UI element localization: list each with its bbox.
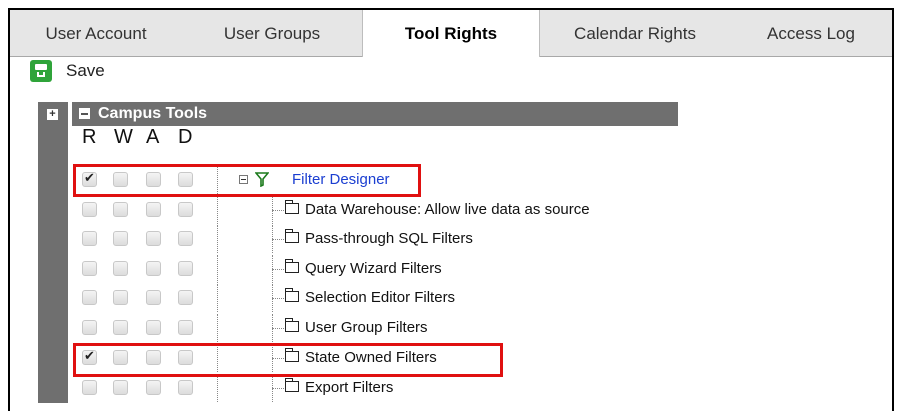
folder-icon	[285, 200, 299, 214]
rights-column-headers: RWAD	[82, 126, 210, 149]
delete-checkbox[interactable]	[178, 261, 193, 276]
tab-tool-rights[interactable]: Tool Rights	[362, 10, 540, 57]
tree-item-label: Pass-through SQL Filters	[305, 230, 473, 247]
tree-row: User Group Filters	[72, 314, 772, 342]
tree-guide	[217, 284, 218, 312]
delete-checkbox[interactable]	[178, 202, 193, 217]
write-checkbox[interactable]	[113, 261, 128, 276]
tree-row: Data Warehouse: Allow live data as sourc…	[72, 196, 772, 224]
tree-guide	[217, 255, 218, 283]
tree-branch	[272, 269, 284, 270]
highlight-filter-designer	[73, 164, 421, 197]
tree-branch	[272, 388, 284, 389]
read-checkbox[interactable]	[82, 380, 97, 395]
read-checkbox[interactable]	[82, 261, 97, 276]
tree-row: Export Filters	[72, 374, 772, 402]
delete-checkbox[interactable]	[178, 290, 193, 305]
delete-checkbox[interactable]	[178, 380, 193, 395]
add-checkbox[interactable]	[146, 290, 161, 305]
read-checkbox[interactable]	[82, 202, 97, 217]
campus-tools-header[interactable]: Campus Tools	[72, 102, 678, 126]
write-checkbox[interactable]	[113, 231, 128, 246]
read-column-header: R	[82, 126, 97, 148]
tab-calendar-rights[interactable]: Calendar Rights	[540, 10, 730, 56]
tree-guide	[217, 374, 218, 402]
folder-icon	[285, 259, 299, 273]
expand-all-icon[interactable]: +	[47, 109, 58, 120]
folder-icon	[285, 288, 299, 302]
tree-item-label: Selection Editor Filters	[305, 289, 456, 306]
save-button[interactable]: Save	[30, 56, 105, 86]
save-icon	[30, 60, 52, 82]
write-column-header: W	[114, 126, 133, 148]
expand-column: +	[38, 102, 68, 403]
add-checkbox[interactable]	[146, 320, 161, 335]
tree-branch	[272, 239, 284, 240]
write-checkbox[interactable]	[113, 320, 128, 335]
delete-checkbox[interactable]	[178, 231, 193, 246]
tree-branch	[272, 210, 284, 211]
write-checkbox[interactable]	[113, 290, 128, 305]
highlight-state-owned-filters	[73, 343, 503, 377]
read-checkbox[interactable]	[82, 290, 97, 305]
tree-row: Pass-through SQL Filters	[72, 225, 772, 253]
write-checkbox[interactable]	[113, 380, 128, 395]
add-checkbox[interactable]	[146, 231, 161, 246]
tab-user-account[interactable]: User Account	[10, 10, 182, 56]
tree-item-label: Export Filters	[305, 379, 394, 396]
tree-item-label: User Group Filters	[305, 319, 428, 336]
add-checkbox[interactable]	[146, 202, 161, 217]
campus-tools-label: Campus Tools	[98, 105, 208, 122]
add-checkbox[interactable]	[146, 380, 161, 395]
delete-column-header: D	[178, 126, 193, 148]
save-label: Save	[66, 61, 105, 80]
write-checkbox[interactable]	[113, 202, 128, 217]
folder-icon	[285, 318, 299, 332]
tab-bar: User Account User Groups Tool Rights Cal…	[10, 10, 892, 57]
tree-branch	[272, 298, 284, 299]
folder-icon	[285, 229, 299, 243]
read-checkbox[interactable]	[82, 320, 97, 335]
tree-guide	[217, 225, 218, 253]
tree-row: Query Wizard Filters	[72, 255, 772, 283]
read-checkbox[interactable]	[82, 231, 97, 246]
tree-guide	[217, 314, 218, 342]
tree-guide	[217, 196, 218, 224]
collapse-icon[interactable]	[79, 108, 90, 119]
folder-icon	[285, 378, 299, 392]
tree-row: Selection Editor Filters	[72, 284, 772, 312]
tree-item-label: Data Warehouse: Allow live data as sourc…	[305, 201, 590, 218]
delete-checkbox[interactable]	[178, 320, 193, 335]
tree-item-label: Query Wizard Filters	[305, 260, 442, 277]
tab-access-log[interactable]: Access Log	[730, 10, 892, 56]
add-checkbox[interactable]	[146, 261, 161, 276]
tree-branch	[272, 328, 284, 329]
tab-user-groups[interactable]: User Groups	[182, 10, 362, 56]
add-column-header: A	[146, 126, 160, 148]
